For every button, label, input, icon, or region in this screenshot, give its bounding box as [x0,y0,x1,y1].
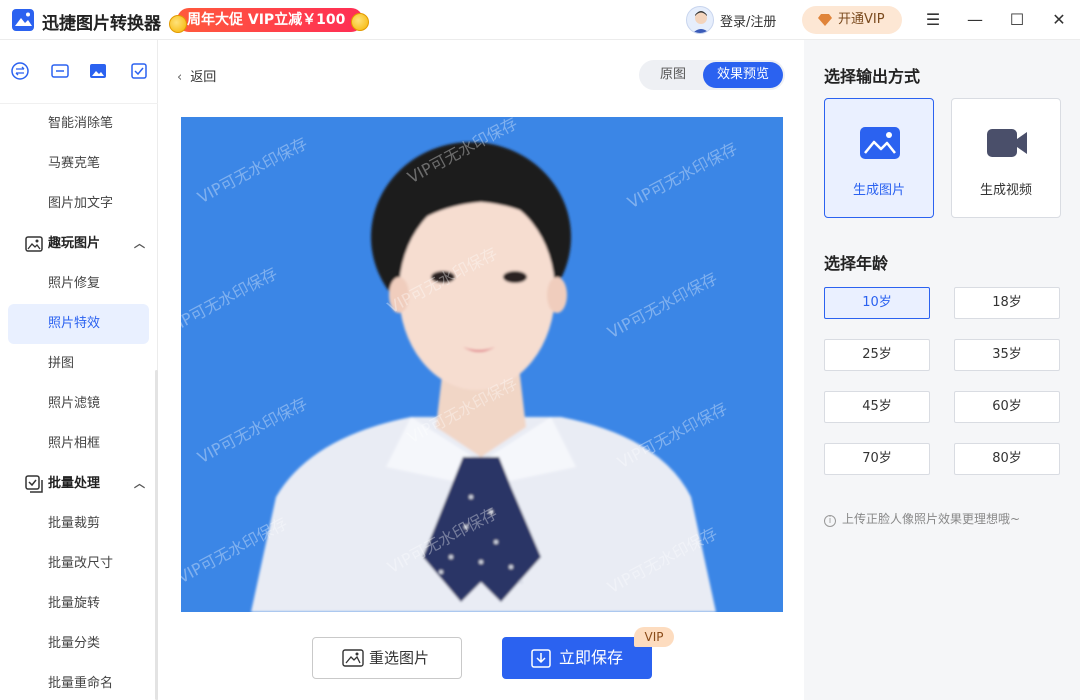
view-toggle: 原图 效果预览 [639,60,785,90]
sidebar-item-label: 照片相框 [48,436,101,451]
sidebar-item-label: 图片加文字 [48,196,114,211]
sidebar-item-batch-rotate[interactable]: 批量旋转 [8,584,149,624]
coin-icon [351,13,369,31]
sidebar-item-add-text[interactable]: 图片加文字 [8,184,149,224]
options-panel: 选择输出方式 生成图片 生成视频 选择年龄 10岁 18岁 25岁 35岁 45… [804,40,1080,700]
hint-text: 上传正脸人像照片效果更理想哦~ [842,512,1021,526]
minimize-icon[interactable]: — [965,10,985,30]
sidebar-item-label: 照片修复 [48,276,101,291]
sidebar-item-label: 照片特效 [48,316,101,331]
output-option-video[interactable]: 生成视频 [951,98,1061,218]
sidebar-item-label: 批量改尺寸 [48,556,114,571]
open-vip-label: 开通VIP [838,12,885,27]
chevron-up-icon[interactable]: ︿ [134,464,145,504]
download-icon [531,649,551,668]
sidebar: 智能消除笔 马赛克笔 图片加文字 趣玩图片 ︿ 照片修复 照片特效 拼图 照片滤… [0,40,158,700]
maximize-icon[interactable]: ☐ [1007,10,1027,30]
age-option-25[interactable]: 25岁 [824,339,930,371]
promo-text[interactable]: 周年大促 VIP立减￥100 [177,8,363,32]
sidebar-item-batch-rename[interactable]: 批量重命名 [8,664,149,700]
sidebar-item-photo-repair[interactable]: 照片修复 [8,264,149,304]
user-avatar-icon [692,11,710,33]
back-label: 返回 [190,70,217,85]
sidebar-group-label: 批量处理 [48,476,101,491]
chevron-up-icon[interactable]: ︿ [134,224,145,264]
info-icon: i [824,515,836,527]
output-option-label: 生成图片 [852,183,905,198]
save-label: 立即保存 [559,648,624,667]
output-option-image[interactable]: 生成图片 [824,98,934,218]
app-logo-icon [12,9,34,31]
avatar[interactable] [686,6,714,34]
sidebar-item-filters[interactable]: 照片滤镜 [8,384,149,424]
sidebar-item-label: 智能消除笔 [48,116,114,131]
sidebar-item-label: 批量重命名 [48,676,114,691]
reselect-label: 重选图片 [369,649,430,667]
age-option-70[interactable]: 70岁 [824,443,930,475]
output-mode-title: 选择输出方式 [824,67,921,86]
app-title: 迅捷图片转换器 [42,14,161,34]
sidebar-top-icons [0,40,158,104]
open-vip-button[interactable]: 开通VIP [802,6,902,34]
portrait-photo [251,142,716,612]
chevron-left-icon: ‹ [177,70,183,85]
close-icon[interactable]: ✕ [1049,10,1069,30]
sidebar-item-label: 拼图 [48,356,75,371]
back-button[interactable]: ‹ 返回 [177,66,216,85]
video-camera-icon [987,129,1027,157]
output-option-label: 生成视频 [979,183,1032,198]
coin-icon [169,15,187,33]
sidebar-item-mosaic[interactable]: 马赛克笔 [8,144,149,184]
sidebar-item-label: 马赛克笔 [48,156,101,171]
age-option-18[interactable]: 18岁 [954,287,1060,319]
save-now-button[interactable]: 立即保存 [502,637,652,679]
sidebar-item-smart-eraser[interactable]: 智能消除笔 [8,104,149,144]
tab-original[interactable]: 原图 [643,62,703,88]
sidebar-item-label: 批量裁剪 [48,516,101,531]
sidebar-item-batch-resize[interactable]: 批量改尺寸 [8,544,149,584]
age-option-35[interactable]: 35岁 [954,339,1060,371]
sidebar-group-fun-images[interactable]: 趣玩图片 ︿ [8,224,149,264]
reselect-image-icon [342,649,364,667]
checklist-icon[interactable] [130,62,148,80]
sidebar-item-photo-effects[interactable]: 照片特效 [8,304,149,344]
tab-effect-preview[interactable]: 效果预览 [703,62,783,88]
convert-icon[interactable] [11,62,29,80]
age-title: 选择年龄 [824,254,889,273]
upload-hint: i 上传正脸人像照片效果更理想哦~ [824,510,1020,527]
sidebar-item-batch-crop[interactable]: 批量裁剪 [8,504,149,544]
vip-badge: VIP [634,627,674,647]
batch-icon [25,475,43,493]
sidebar-item-frames[interactable]: 照片相框 [8,424,149,464]
sidebar-item-collage[interactable]: 拼图 [8,344,149,384]
image-icon [860,127,900,159]
fun-image-icon [25,236,43,252]
sidebar-item-batch-classify[interactable]: 批量分类 [8,624,149,664]
app-window: 迅捷图片转换器 周年大促 VIP立减￥100 登录/注册 开通VIP ☰ — ☐… [0,0,1080,700]
photo-preview: VIP可无水印保存 VIP可无水印保存 VIP可无水印保存 VIP可无水印保存 … [181,117,783,612]
sidebar-group-batch[interactable]: 批量处理 ︿ [8,464,149,504]
menu-icon[interactable]: ☰ [923,10,943,30]
promo-banner[interactable]: 周年大促 VIP立减￥100 [163,5,373,35]
id-card-icon[interactable] [51,62,69,80]
diamond-icon [818,14,832,26]
sidebar-scrollbar[interactable] [155,370,158,700]
age-option-80[interactable]: 80岁 [954,443,1060,475]
age-option-60[interactable]: 60岁 [954,391,1060,423]
title-bar: 迅捷图片转换器 周年大促 VIP立减￥100 登录/注册 开通VIP ☰ — ☐… [0,0,1080,40]
age-option-45[interactable]: 45岁 [824,391,930,423]
age-option-10[interactable]: 10岁 [824,287,930,319]
sidebar-group-label: 趣玩图片 [48,236,101,251]
image-icon[interactable] [89,62,107,80]
sidebar-item-label: 照片滤镜 [48,396,101,411]
sidebar-item-label: 批量分类 [48,636,101,651]
main-area: ‹ 返回 原图 效果预览 VIP可无水印保存 VIP可无水印保存 VIP可无水印… [159,40,804,700]
reselect-image-button[interactable]: 重选图片 [312,637,462,679]
sidebar-item-label: 批量旋转 [48,596,101,611]
login-link[interactable]: 登录/注册 [720,11,776,30]
